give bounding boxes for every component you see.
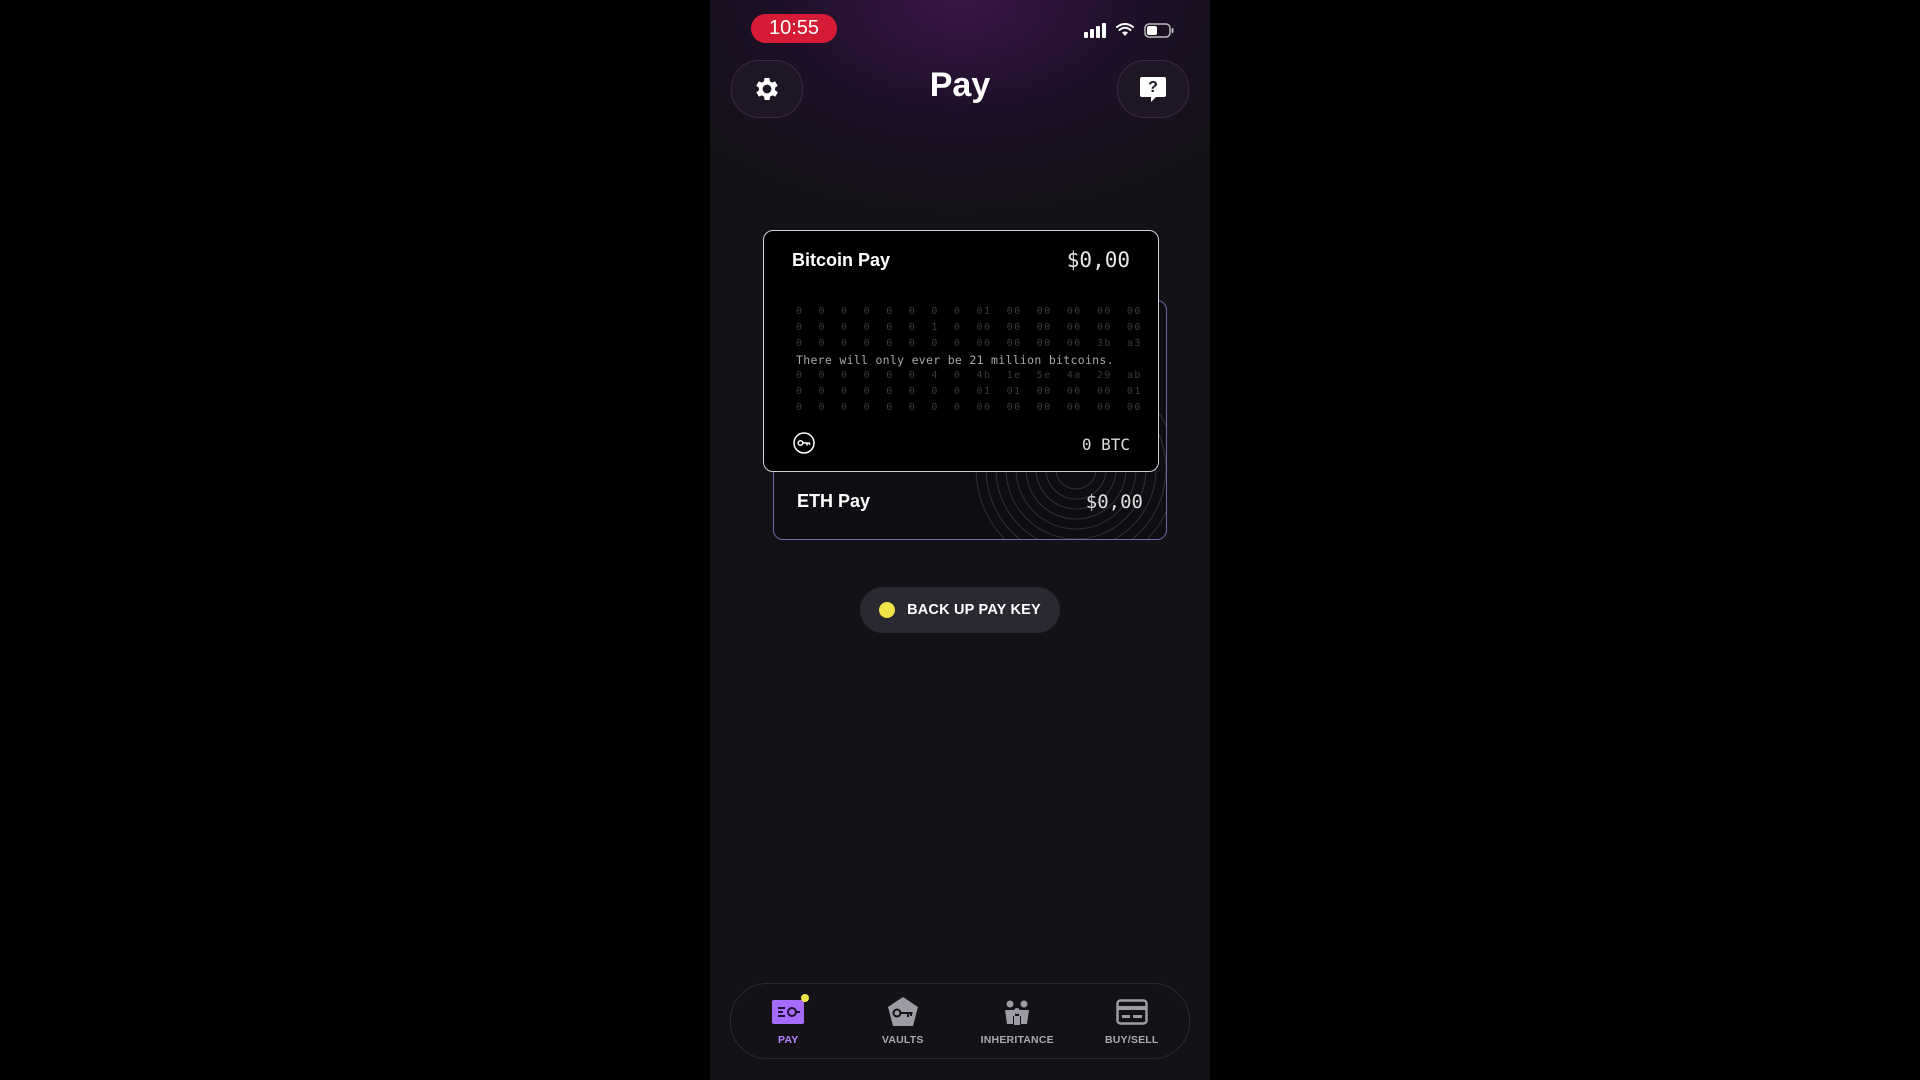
backup-pay-key-label: BACK UP PAY KEY <box>907 602 1041 618</box>
tab-vaults-label: VAULTS <box>881 1034 924 1046</box>
tab-buy-sell[interactable]: BUY/SELL <box>1082 996 1182 1046</box>
key-icon <box>793 432 815 454</box>
bitcoin-card-btc-amount: 0 BTC <box>1081 435 1130 454</box>
svg-text:?: ? <box>1148 79 1158 96</box>
tab-buy-sell-label: BUY/SELL <box>1104 1034 1159 1046</box>
bitcoin-card-name: Bitcoin Pay <box>792 250 891 270</box>
phone-screen: 10:55 Pay ? ETH Pay $0,00 Bitcoin Pay $0… <box>710 0 1210 1080</box>
status-time: 10:55 <box>751 14 837 43</box>
eth-card-name: ETH Pay <box>797 491 871 511</box>
family-icon <box>1002 996 1032 1028</box>
tab-pay[interactable]: PAY <box>738 994 838 1046</box>
cellular-signal-icon <box>1084 22 1106 38</box>
wifi-icon <box>1116 23 1134 37</box>
bottom-tab-bar: PAY VAULTS INHERITANCE BUY/SELL <box>730 983 1190 1059</box>
tab-vaults[interactable]: VAULTS <box>853 996 953 1046</box>
vault-key-icon <box>886 996 920 1028</box>
bitcoin-card-value: $0,00 <box>1066 248 1130 272</box>
status-icons <box>1084 22 1174 38</box>
hex-background-pattern: 0 0 0 0 0 0 0 0 01 00 00 00 00 00 0 0 0 0… <box>796 306 1142 413</box>
backup-pay-key-button[interactable]: BACK UP PAY KEY <box>860 587 1060 633</box>
pay-card-icon <box>771 994 810 1028</box>
tab-pay-label: PAY <box>778 1034 799 1046</box>
tab-inheritance-label: INHERITANCE <box>980 1034 1054 1046</box>
bitcoin-card-message: There will only ever be 21 million bitco… <box>796 353 1114 367</box>
eth-card-value: $0,00 <box>1085 491 1143 513</box>
help-chat-icon: ? <box>1140 77 1166 102</box>
bitcoin-pay-card[interactable]: Bitcoin Pay $0,00 0 0 0 0 0 0 0 0 01 00 … <box>763 230 1159 472</box>
credit-card-icon <box>1116 996 1148 1028</box>
backup-status-dot <box>879 602 896 618</box>
pay-notification-dot <box>801 994 810 1002</box>
help-button[interactable]: ? <box>1117 60 1189 118</box>
battery-icon <box>1144 22 1174 38</box>
tab-inheritance[interactable]: INHERITANCE <box>967 996 1067 1046</box>
